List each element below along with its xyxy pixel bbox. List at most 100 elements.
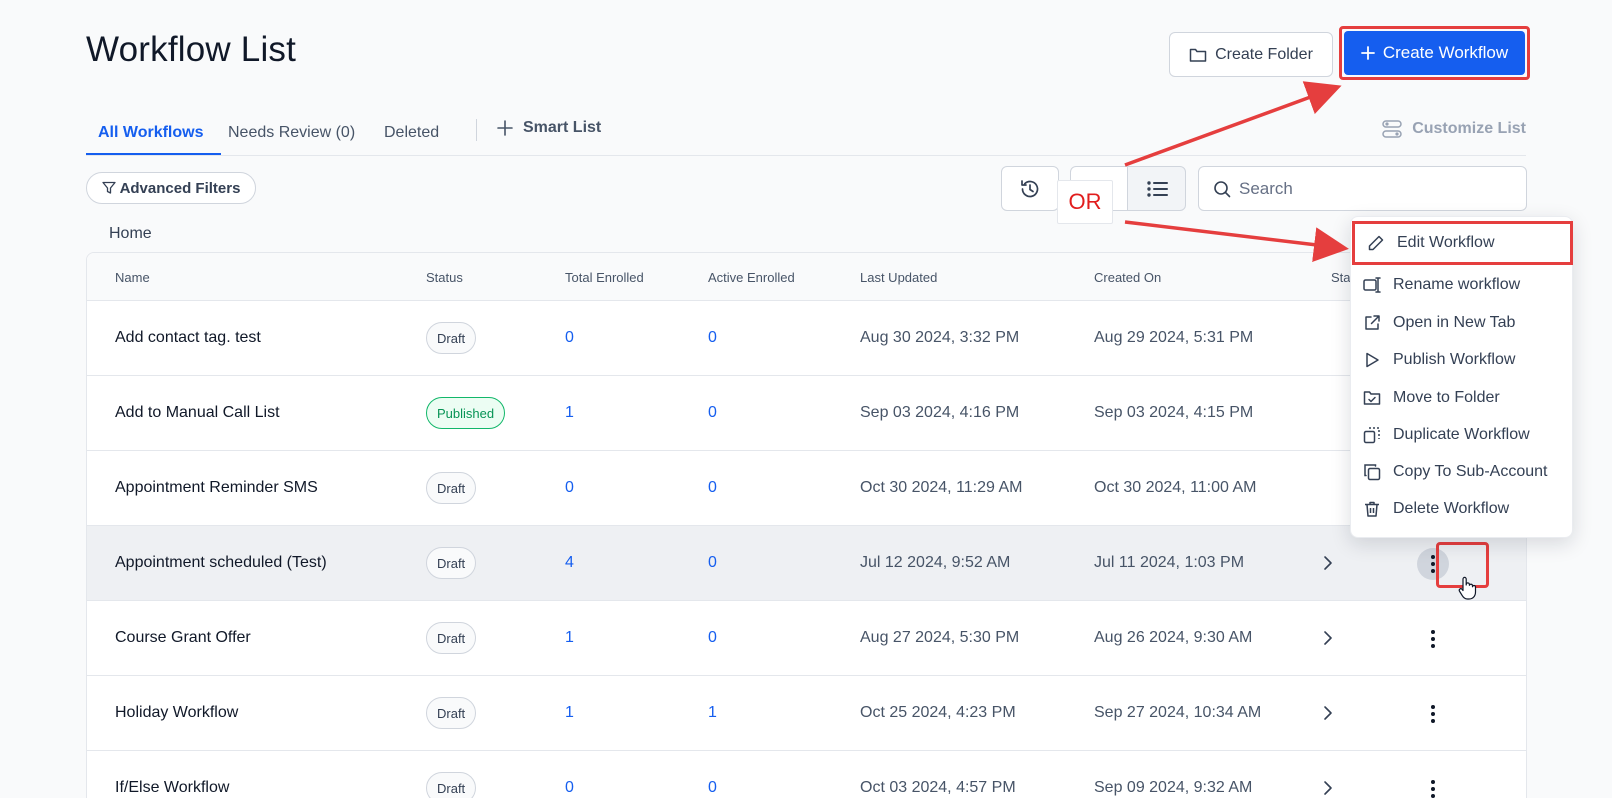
- active-enrolled[interactable]: 1: [708, 704, 717, 722]
- total-enrolled[interactable]: 0: [565, 329, 574, 347]
- menu-item-edit-workflow[interactable]: Edit Workflow: [1352, 221, 1573, 265]
- customize-list-button[interactable]: Customize List: [1382, 119, 1526, 139]
- active-enrolled[interactable]: 0: [708, 329, 717, 347]
- table-header: Name Status Total Enrolled Active Enroll…: [87, 253, 1526, 301]
- column-header-active-enrolled[interactable]: Active Enrolled: [708, 270, 795, 285]
- column-header-created-on[interactable]: Created On: [1094, 270, 1161, 285]
- or-annotation: OR: [1057, 180, 1113, 224]
- workflow-name[interactable]: Add to Manual Call List: [115, 404, 280, 422]
- status-badge: Draft: [426, 697, 477, 729]
- table-row[interactable]: If/Else Workflow Draft 0 0 Oct 03 2024, …: [87, 751, 1526, 798]
- menu-item-copy-to-sub-account[interactable]: Copy To Sub-Account: [1351, 453, 1572, 491]
- row-actions-button[interactable]: [1417, 698, 1449, 730]
- menu-item-delete-workflow[interactable]: Delete Workflow: [1351, 490, 1572, 528]
- menu-item-move-to-folder[interactable]: Move to Folder: [1351, 379, 1572, 417]
- status-badge: Published: [426, 397, 506, 429]
- menu-item-open-new-tab[interactable]: Open in New Tab: [1351, 304, 1572, 342]
- active-enrolled[interactable]: 0: [708, 404, 717, 422]
- workflow-name[interactable]: Course Grant Offer: [115, 629, 251, 647]
- toggle-settings-icon: [1382, 120, 1402, 138]
- table-row[interactable]: Holiday Workflow Draft 1 1 Oct 25 2024, …: [87, 676, 1526, 751]
- table-row[interactable]: Appointment Reminder SMS Draft 0 0 Oct 3…: [87, 451, 1526, 526]
- create-workflow-label: Create Workflow: [1382, 43, 1509, 62]
- create-folder-label: Create Folder: [1215, 45, 1313, 63]
- total-enrolled[interactable]: 1: [565, 629, 574, 647]
- plus-icon: [1360, 46, 1375, 60]
- column-header-stats[interactable]: Sta: [1331, 270, 1351, 285]
- create-folder-button[interactable]: Create Folder: [1169, 32, 1333, 77]
- folder-icon: [1189, 48, 1207, 62]
- menu-item-label: Move to Folder: [1393, 389, 1500, 406]
- filter-icon: [101, 181, 116, 194]
- column-header-status[interactable]: Status: [426, 270, 463, 285]
- kebab-icon: [1431, 705, 1435, 723]
- customize-list-label: Customize List: [1412, 120, 1526, 137]
- total-enrolled[interactable]: 4: [565, 554, 574, 572]
- tab-needs-review[interactable]: Needs Review (0): [228, 124, 355, 142]
- last-updated: Oct 25 2024, 4:23 PM: [860, 704, 1016, 721]
- created-on: Oct 30 2024, 11:00 AM: [1094, 479, 1257, 496]
- kebab-icon: [1431, 780, 1435, 798]
- breadcrumb[interactable]: Home: [109, 225, 152, 243]
- workflow-name[interactable]: If/Else Workflow: [115, 779, 229, 797]
- workflow-name[interactable]: Appointment scheduled (Test): [115, 554, 327, 572]
- total-enrolled[interactable]: 0: [565, 479, 574, 497]
- last-updated: Aug 30 2024, 3:32 PM: [860, 329, 1020, 346]
- workflow-table: Name Status Total Enrolled Active Enroll…: [86, 252, 1527, 798]
- list-view-button[interactable]: [1127, 166, 1186, 211]
- pencil-icon: [1368, 235, 1384, 251]
- created-on: Aug 26 2024, 9:30 AM: [1094, 629, 1253, 646]
- hand-cursor-icon: [1458, 576, 1477, 600]
- row-actions-button[interactable]: [1417, 623, 1449, 655]
- kebab-icon: [1431, 630, 1435, 648]
- menu-item-duplicate-workflow[interactable]: Duplicate Workflow: [1351, 416, 1572, 454]
- menu-item-label: Rename workflow: [1393, 276, 1521, 293]
- status-badge: Draft: [426, 772, 477, 798]
- search-box[interactable]: [1198, 166, 1527, 211]
- menu-item-publish-workflow[interactable]: Publish Workflow: [1351, 341, 1572, 379]
- total-enrolled[interactable]: 0: [565, 779, 574, 797]
- chevron-right-icon[interactable]: [1323, 555, 1333, 571]
- column-header-name[interactable]: Name: [115, 270, 150, 285]
- workflow-name[interactable]: Holiday Workflow: [115, 704, 238, 722]
- status-badge: Draft: [426, 322, 477, 354]
- active-enrolled[interactable]: 0: [708, 479, 717, 497]
- tab-all-workflows[interactable]: All Workflows: [98, 124, 204, 142]
- smart-list-label: Smart List: [523, 119, 602, 136]
- trash-icon: [1365, 501, 1379, 517]
- active-enrolled[interactable]: 0: [708, 779, 717, 797]
- status-badge: Draft: [426, 547, 477, 579]
- column-header-last-updated[interactable]: Last Updated: [860, 270, 937, 285]
- row-actions-button[interactable]: [1417, 773, 1449, 798]
- advanced-filters-button[interactable]: Advanced Filters: [86, 172, 256, 204]
- tab-deleted[interactable]: Deleted: [384, 124, 439, 142]
- menu-item-label: Edit Workflow: [1397, 234, 1495, 251]
- total-enrolled[interactable]: 1: [565, 404, 574, 422]
- workflow-name[interactable]: Add contact tag. test: [115, 329, 261, 347]
- column-header-total-enrolled[interactable]: Total Enrolled: [565, 270, 644, 285]
- created-on: Aug 29 2024, 5:31 PM: [1094, 329, 1254, 346]
- last-updated: Aug 27 2024, 5:30 PM: [860, 629, 1020, 646]
- duplicate-icon: [1363, 427, 1380, 444]
- chevron-right-icon[interactable]: [1323, 705, 1333, 721]
- active-enrolled[interactable]: 0: [708, 629, 717, 647]
- history-button[interactable]: [1001, 166, 1059, 211]
- create-workflow-button[interactable]: Create Workflow: [1344, 31, 1525, 75]
- table-row[interactable]: Add contact tag. test Draft 0 0 Aug 30 2…: [87, 301, 1526, 376]
- workflow-name[interactable]: Appointment Reminder SMS: [115, 479, 318, 497]
- table-row[interactable]: Course Grant Offer Draft 1 0 Aug 27 2024…: [87, 601, 1526, 676]
- chevron-right-icon[interactable]: [1323, 780, 1333, 796]
- status-badge: Draft: [426, 622, 477, 654]
- table-row[interactable]: Add to Manual Call List Published 1 0 Se…: [87, 376, 1526, 451]
- table-row[interactable]: Appointment scheduled (Test) Draft 4 0 J…: [87, 526, 1526, 601]
- last-updated: Sep 03 2024, 4:16 PM: [860, 404, 1020, 421]
- search-icon: [1214, 180, 1231, 197]
- menu-item-rename-workflow[interactable]: Rename workflow: [1351, 266, 1572, 304]
- total-enrolled[interactable]: 1: [565, 704, 574, 722]
- history-icon: [1021, 179, 1039, 197]
- smart-list-button[interactable]: Smart List: [497, 119, 601, 137]
- active-enrolled[interactable]: 0: [708, 554, 717, 572]
- chevron-right-icon[interactable]: [1323, 630, 1333, 646]
- search-input[interactable]: [1239, 178, 1519, 199]
- create-workflow-highlight: Create Workflow: [1339, 26, 1530, 80]
